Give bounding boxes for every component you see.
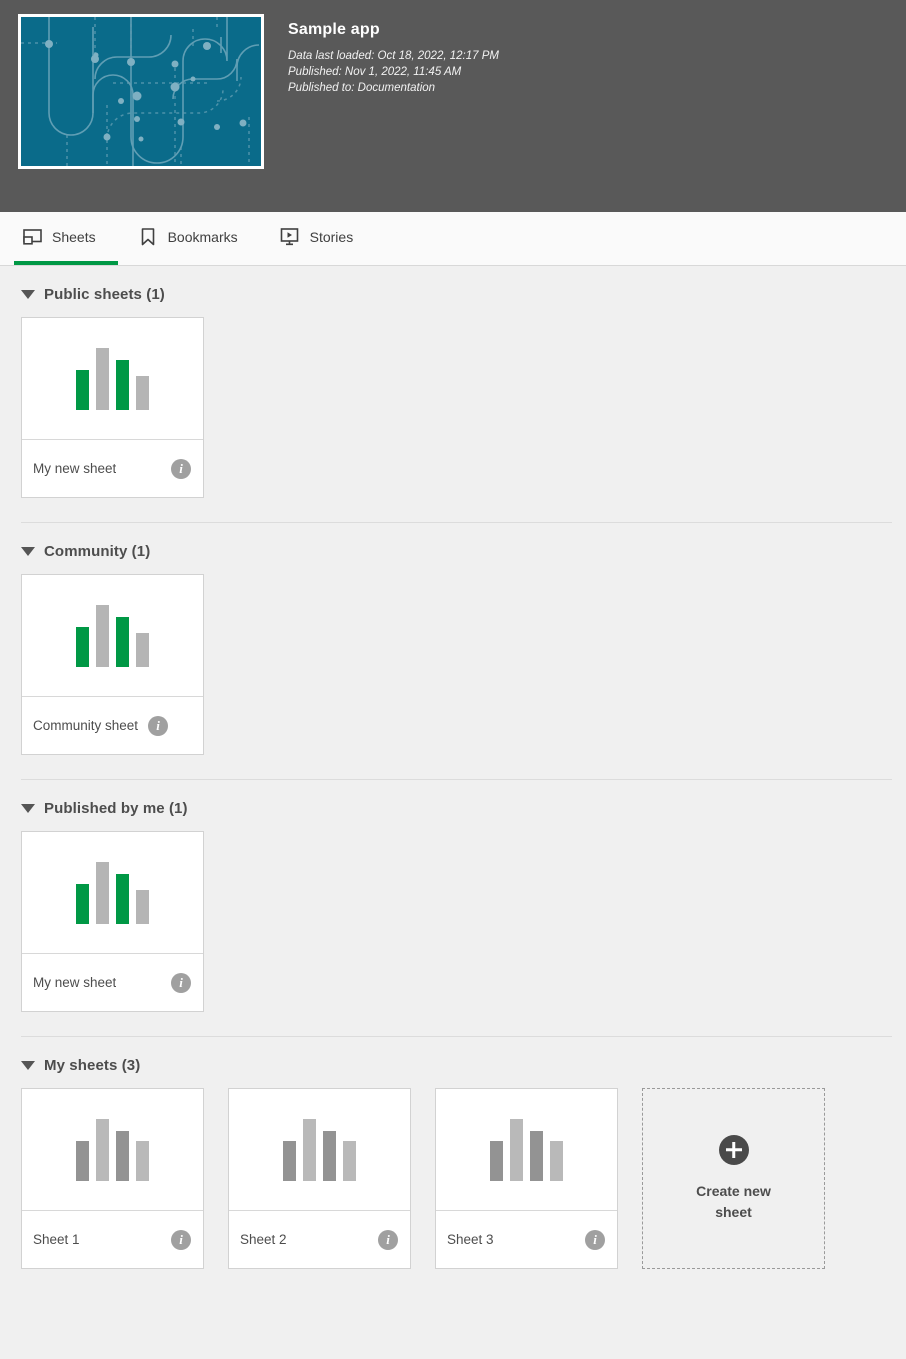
app-data-last-loaded: Data last loaded: Oct 18, 2022, 12:17 PM [288, 50, 499, 62]
sheet-card[interactable]: My new sheet i [21, 317, 204, 498]
tab-label: Sheets [52, 228, 96, 245]
chevron-down-icon[interactable] [21, 1061, 35, 1070]
plus-icon [718, 1134, 749, 1165]
section-header-public-sheets[interactable]: Public sheets (1) [0, 266, 906, 317]
create-new-sheet-label: Create new sheet [696, 1182, 771, 1220]
sheet-card[interactable]: My new sheet i [21, 831, 204, 1012]
section-title: Public sheets (1) [44, 286, 165, 303]
info-icon[interactable]: i [378, 1229, 398, 1250]
bar-chart-icon [76, 1118, 149, 1181]
section-title: My sheets (3) [44, 1057, 141, 1074]
sheet-card-footer: Sheet 1 i [22, 1211, 203, 1268]
sheet-title: Sheet 2 [240, 1232, 287, 1247]
tab-bar: Sheets Bookmarks Stories [0, 212, 906, 266]
info-icon[interactable]: i [585, 1229, 605, 1250]
section-header-my-sheets[interactable]: My sheets (3) [0, 1037, 906, 1088]
bar-chart-icon [283, 1118, 356, 1181]
info-icon[interactable]: i [148, 715, 169, 736]
sheet-title: Sheet 3 [447, 1232, 494, 1247]
section-community: Community (1) Community sheet i [0, 522, 906, 779]
tab-sheets[interactable]: Sheets [14, 212, 118, 265]
sheet-thumbnail [22, 575, 203, 697]
app-header: Sample app Data last loaded: Oct 18, 202… [0, 0, 906, 212]
section-header-community[interactable]: Community (1) [0, 523, 906, 574]
sheet-card-footer: Sheet 2 i [229, 1211, 410, 1268]
card-list: My new sheet i [0, 831, 906, 1036]
app-published-to: Published to: Documentation [288, 82, 436, 94]
section-public-sheets: Public sheets (1) My new sheet i [0, 266, 906, 522]
sheet-thumbnail [229, 1089, 410, 1211]
sheet-title: My new sheet [33, 975, 117, 990]
card-list: Community sheet i [0, 574, 906, 779]
bar-chart-icon [490, 1118, 563, 1181]
sheet-thumbnail [22, 1089, 203, 1211]
tab-label: Stories [309, 228, 354, 245]
sheet-card-footer: Sheet 3 i [436, 1211, 617, 1268]
bar-chart-icon [76, 861, 149, 924]
bar-chart-icon [76, 604, 149, 667]
chevron-down-icon[interactable] [21, 804, 35, 813]
sheet-thumbnail [22, 318, 203, 440]
tab-stories[interactable]: Stories [272, 212, 376, 265]
sheet-card-footer: My new sheet i [22, 954, 203, 1011]
sheet-card-footer: My new sheet i [22, 440, 203, 497]
sheets-icon [22, 227, 42, 247]
card-list: My new sheet i [0, 317, 906, 522]
section-title: Community (1) [44, 543, 151, 560]
info-icon[interactable]: i [171, 458, 191, 479]
sheet-card[interactable]: Sheet 3 i [435, 1088, 618, 1269]
info-icon[interactable]: i [171, 1229, 191, 1250]
app-meta: Sample app Data last loaded: Oct 18, 202… [288, 14, 499, 96]
section-my-sheets: My sheets (3) Sheet 1 i Sheet 2 i Sheet 3 i Cre… [0, 1036, 906, 1293]
app-title: Sample app [288, 21, 380, 38]
app-thumbnail[interactable] [18, 14, 264, 169]
sheet-card[interactable]: Community sheet i [21, 574, 204, 755]
info-icon[interactable]: i [171, 972, 191, 993]
section-published-by-me: Published by me (1) My new sheet i [0, 779, 906, 1036]
bar-chart-icon [76, 347, 149, 410]
section-title: Published by me (1) [44, 800, 188, 817]
chevron-down-icon[interactable] [21, 290, 35, 299]
sheet-card-footer: Community sheet i [22, 697, 203, 754]
chevron-down-icon[interactable] [21, 547, 35, 556]
sheet-card[interactable]: Sheet 2 i [228, 1088, 411, 1269]
sheet-card[interactable]: Sheet 1 i [21, 1088, 204, 1269]
create-new-sheet-button[interactable]: Create new sheet [642, 1088, 825, 1269]
card-list: Sheet 1 i Sheet 2 i Sheet 3 i Create new sheet [0, 1088, 906, 1293]
section-header-published-by-me[interactable]: Published by me (1) [0, 780, 906, 831]
sheet-title: My new sheet [33, 461, 117, 476]
sheets-content: Public sheets (1) My new sheet i Community … [0, 266, 906, 1293]
sheet-title: Community sheet [33, 718, 139, 733]
app-thumbnail-pattern [21, 17, 261, 166]
bookmark-icon [138, 227, 158, 247]
tab-label: Bookmarks [167, 228, 238, 245]
sheet-thumbnail [436, 1089, 617, 1211]
tab-bookmarks[interactable]: Bookmarks [130, 212, 260, 265]
app-published: Published: Nov 1, 2022, 11:45 AM [288, 66, 462, 78]
sheet-title: Sheet 1 [33, 1232, 80, 1247]
sheet-thumbnail [22, 832, 203, 954]
stories-icon [280, 227, 300, 247]
